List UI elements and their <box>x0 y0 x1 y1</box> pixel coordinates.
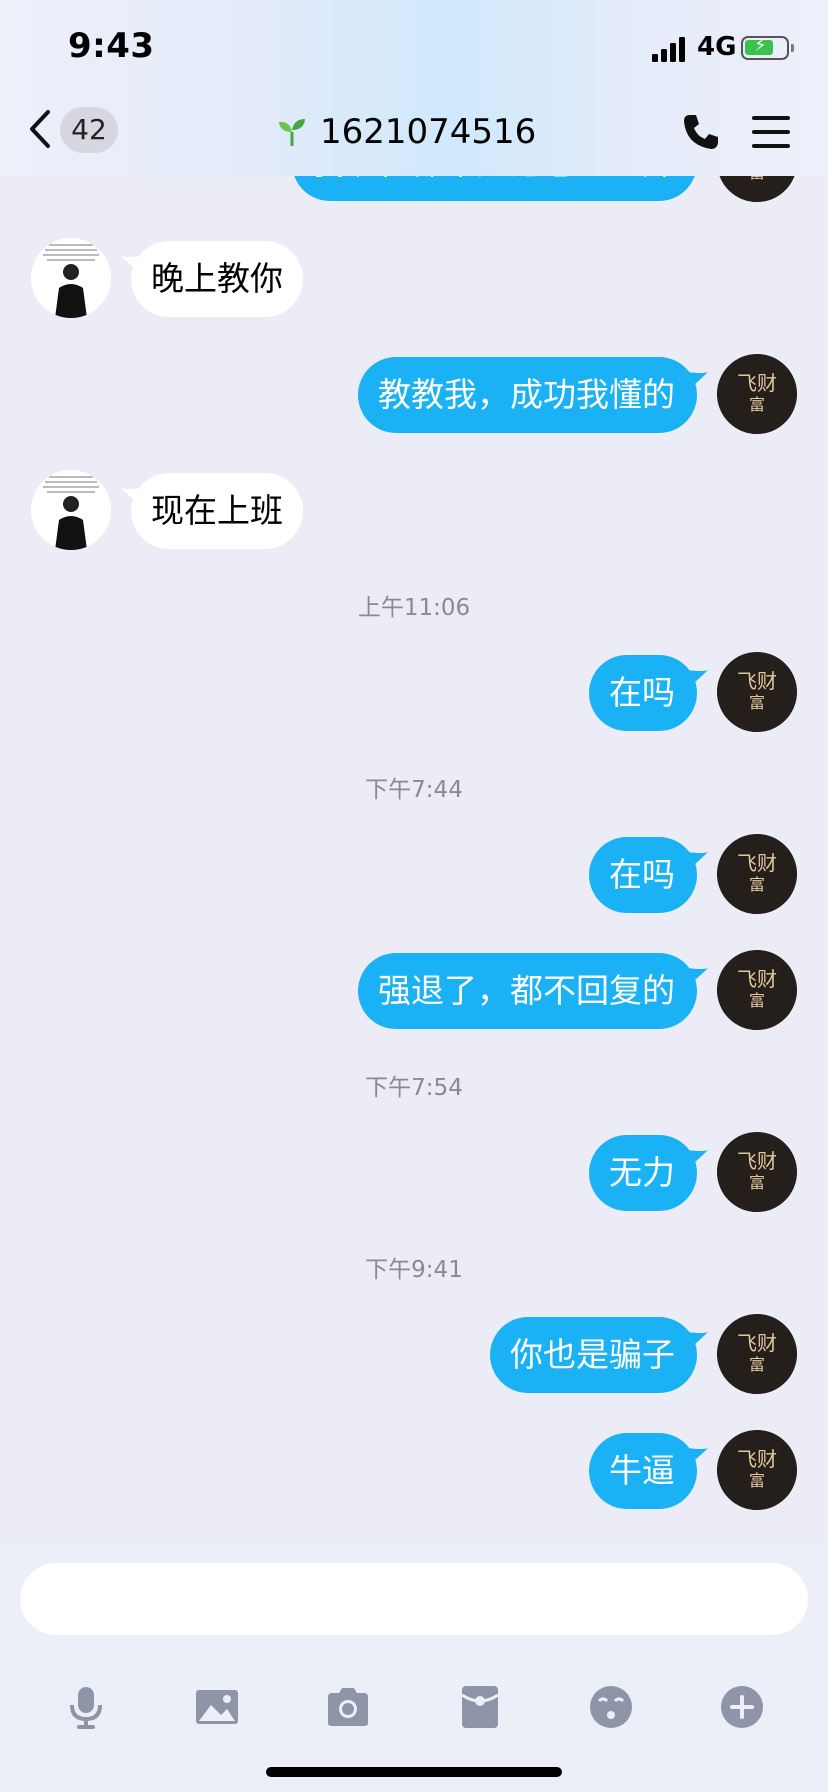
my-avatar[interactable]: 飞财富 <box>717 950 797 1030</box>
svg-text:飞财: 飞财 <box>737 1331 777 1355</box>
message-row-sent: 在吗 飞财富 <box>0 652 828 732</box>
signal-icon <box>652 36 688 62</box>
bubble-tail <box>688 1150 708 1168</box>
contact-avatar[interactable] <box>31 238 111 318</box>
chat-title[interactable]: 1621074516 <box>276 112 536 152</box>
message-row-sent: 强退了，都不回复的 飞财富 <box>0 950 828 1030</box>
message-row-sent: 牛逼 飞财富 <box>0 1430 828 1510</box>
my-avatar[interactable]: 飞财富 <box>717 1314 797 1394</box>
svg-text:富: 富 <box>749 991 765 1010</box>
message-row-sent: 教教我，成功我懂的 飞财富 <box>0 354 828 434</box>
timestamp: 下午7:54 <box>365 1075 463 1101</box>
chat-header: 9:43 4G ⚡ 42 1621074516 <box>0 0 828 176</box>
battery-icon: ⚡ <box>741 35 794 60</box>
image-icon[interactable] <box>193 1683 241 1731</box>
svg-text:富: 富 <box>749 1355 765 1374</box>
microphone-icon[interactable] <box>62 1683 110 1731</box>
message-bubble-received[interactable]: 晚上教你 <box>131 241 303 317</box>
message-bubble-received[interactable]: 现在上班 <box>131 473 303 549</box>
message-bubble-sent[interactable]: 无力 <box>589 1135 697 1211</box>
message-list[interactable]: 我现在都不知道怎么去弄 飞财富 晚上教你 教教我，成功我懂的 飞财富 现在上班 … <box>0 0 828 1545</box>
svg-text:富: 富 <box>749 1471 765 1490</box>
timestamp: 上午11:06 <box>357 595 471 621</box>
message-row-sent: 你也是骗子 飞财富 <box>0 1314 828 1394</box>
red-packet-icon[interactable] <box>456 1683 504 1731</box>
plus-icon[interactable] <box>718 1683 766 1731</box>
phone-icon[interactable] <box>681 112 721 152</box>
message-row-received: 现在上班 <box>0 470 828 550</box>
bubble-tail <box>688 1448 708 1466</box>
svg-text:飞财: 飞财 <box>737 1149 777 1173</box>
message-bubble-sent[interactable]: 教教我，成功我懂的 <box>358 357 697 433</box>
contact-avatar[interactable] <box>31 470 111 550</box>
svg-text:飞财: 飞财 <box>737 851 777 875</box>
svg-text:飞财: 飞财 <box>737 967 777 991</box>
my-avatar[interactable]: 飞财富 <box>717 1132 797 1212</box>
menu-icon[interactable] <box>752 116 790 148</box>
timestamp: 下午7:44 <box>365 777 463 803</box>
contact-name: 1621074516 <box>320 112 537 152</box>
unread-count-badge[interactable]: 42 <box>60 107 118 153</box>
message-bubble-sent[interactable]: 牛逼 <box>589 1433 697 1509</box>
back-icon[interactable] <box>26 108 56 150</box>
timestamp: 下午9:41 <box>365 1257 463 1283</box>
my-avatar[interactable]: 飞财富 <box>717 1430 797 1510</box>
message-input[interactable] <box>20 1563 808 1635</box>
my-avatar[interactable]: 飞财富 <box>717 834 797 914</box>
message-bubble-sent[interactable]: 在吗 <box>589 837 697 913</box>
svg-text:飞财: 飞财 <box>737 1447 777 1471</box>
bubble-tail <box>688 852 708 870</box>
svg-text:富: 富 <box>749 1173 765 1192</box>
network-type: 4G <box>697 32 737 62</box>
svg-text:富: 富 <box>749 395 765 414</box>
svg-text:富: 富 <box>749 693 765 712</box>
bubble-tail <box>688 968 708 986</box>
bubble-tail <box>688 372 708 390</box>
message-bubble-sent[interactable]: 在吗 <box>589 655 697 731</box>
message-bubble-sent[interactable]: 强退了，都不回复的 <box>358 953 697 1029</box>
message-row-sent: 无力 飞财富 <box>0 1132 828 1212</box>
home-indicator[interactable] <box>266 1767 562 1777</box>
my-avatar[interactable]: 飞财富 <box>717 354 797 434</box>
svg-text:飞财: 飞财 <box>737 371 777 395</box>
input-area <box>0 1545 828 1792</box>
status-time: 9:43 <box>68 26 155 66</box>
message-bubble-sent[interactable]: 你也是骗子 <box>490 1317 697 1393</box>
bubble-tail <box>688 670 708 688</box>
message-row-received: 晚上教你 <box>0 238 828 318</box>
svg-text:富: 富 <box>749 875 765 894</box>
camera-icon[interactable] <box>324 1683 372 1731</box>
emoji-icon[interactable] <box>587 1683 635 1731</box>
my-avatar[interactable]: 飞财富 <box>717 652 797 732</box>
svg-text:飞财: 飞财 <box>737 669 777 693</box>
message-row-sent: 在吗 飞财富 <box>0 834 828 914</box>
sprout-icon <box>279 119 305 146</box>
bubble-tail <box>688 1332 708 1350</box>
